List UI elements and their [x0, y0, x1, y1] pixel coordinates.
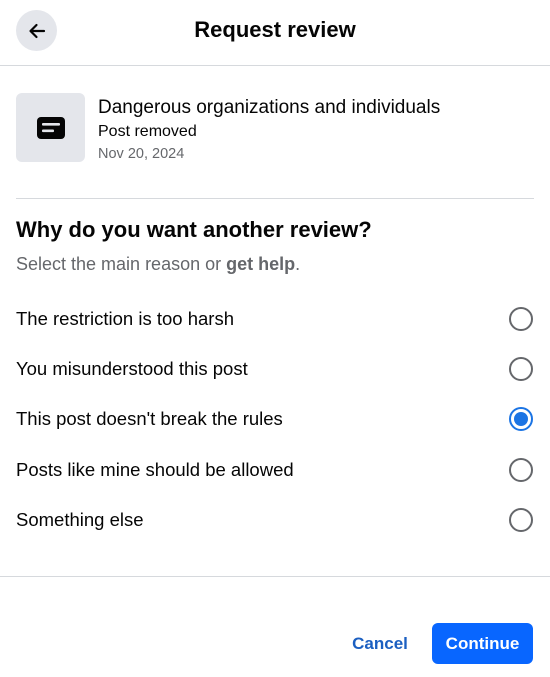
radio-button[interactable]	[509, 307, 533, 331]
option-something-else[interactable]: Something else	[0, 495, 550, 545]
option-label: Something else	[16, 509, 144, 530]
cancel-button[interactable]: Cancel	[340, 623, 420, 664]
post-document-icon	[36, 116, 65, 139]
post-summary: Dangerous organizations and individuals …	[16, 93, 534, 163]
subtitle-suffix: .	[295, 254, 301, 274]
question-heading: Why do you want another review?	[16, 217, 372, 242]
footer-divider	[0, 576, 550, 577]
section-divider	[16, 198, 534, 199]
option-misunderstood-post[interactable]: You misunderstood this post	[0, 344, 550, 394]
subtitle-prefix: Select the main reason or	[16, 254, 227, 274]
radio-button-selected[interactable]	[509, 407, 533, 431]
post-thumbnail	[16, 93, 85, 162]
option-label: The restriction is too harsh	[16, 308, 234, 329]
header-bar: Request review	[0, 0, 550, 66]
page-title: Request review	[194, 17, 356, 42]
option-restriction-too-harsh[interactable]: The restriction is too harsh	[0, 294, 550, 344]
continue-button[interactable]: Continue	[432, 623, 533, 664]
option-doesnt-break-rules[interactable]: This post doesn't break the rules	[0, 394, 550, 444]
get-help-link[interactable]: get help	[226, 254, 295, 274]
option-label: This post doesn't break the rules	[16, 408, 283, 429]
radio-button[interactable]	[509, 458, 533, 482]
post-status: Post removed	[98, 123, 197, 140]
post-policy-title: Dangerous organizations and individuals	[98, 97, 441, 118]
option-should-be-allowed[interactable]: Posts like mine should be allowed	[0, 445, 550, 495]
question-subtitle: Select the main reason or get help.	[16, 254, 300, 275]
radio-button[interactable]	[509, 508, 533, 532]
option-label: You misunderstood this post	[16, 358, 248, 379]
post-date: Nov 20, 2024	[98, 146, 185, 162]
option-label: Posts like mine should be allowed	[16, 459, 294, 480]
radio-button[interactable]	[509, 357, 533, 381]
